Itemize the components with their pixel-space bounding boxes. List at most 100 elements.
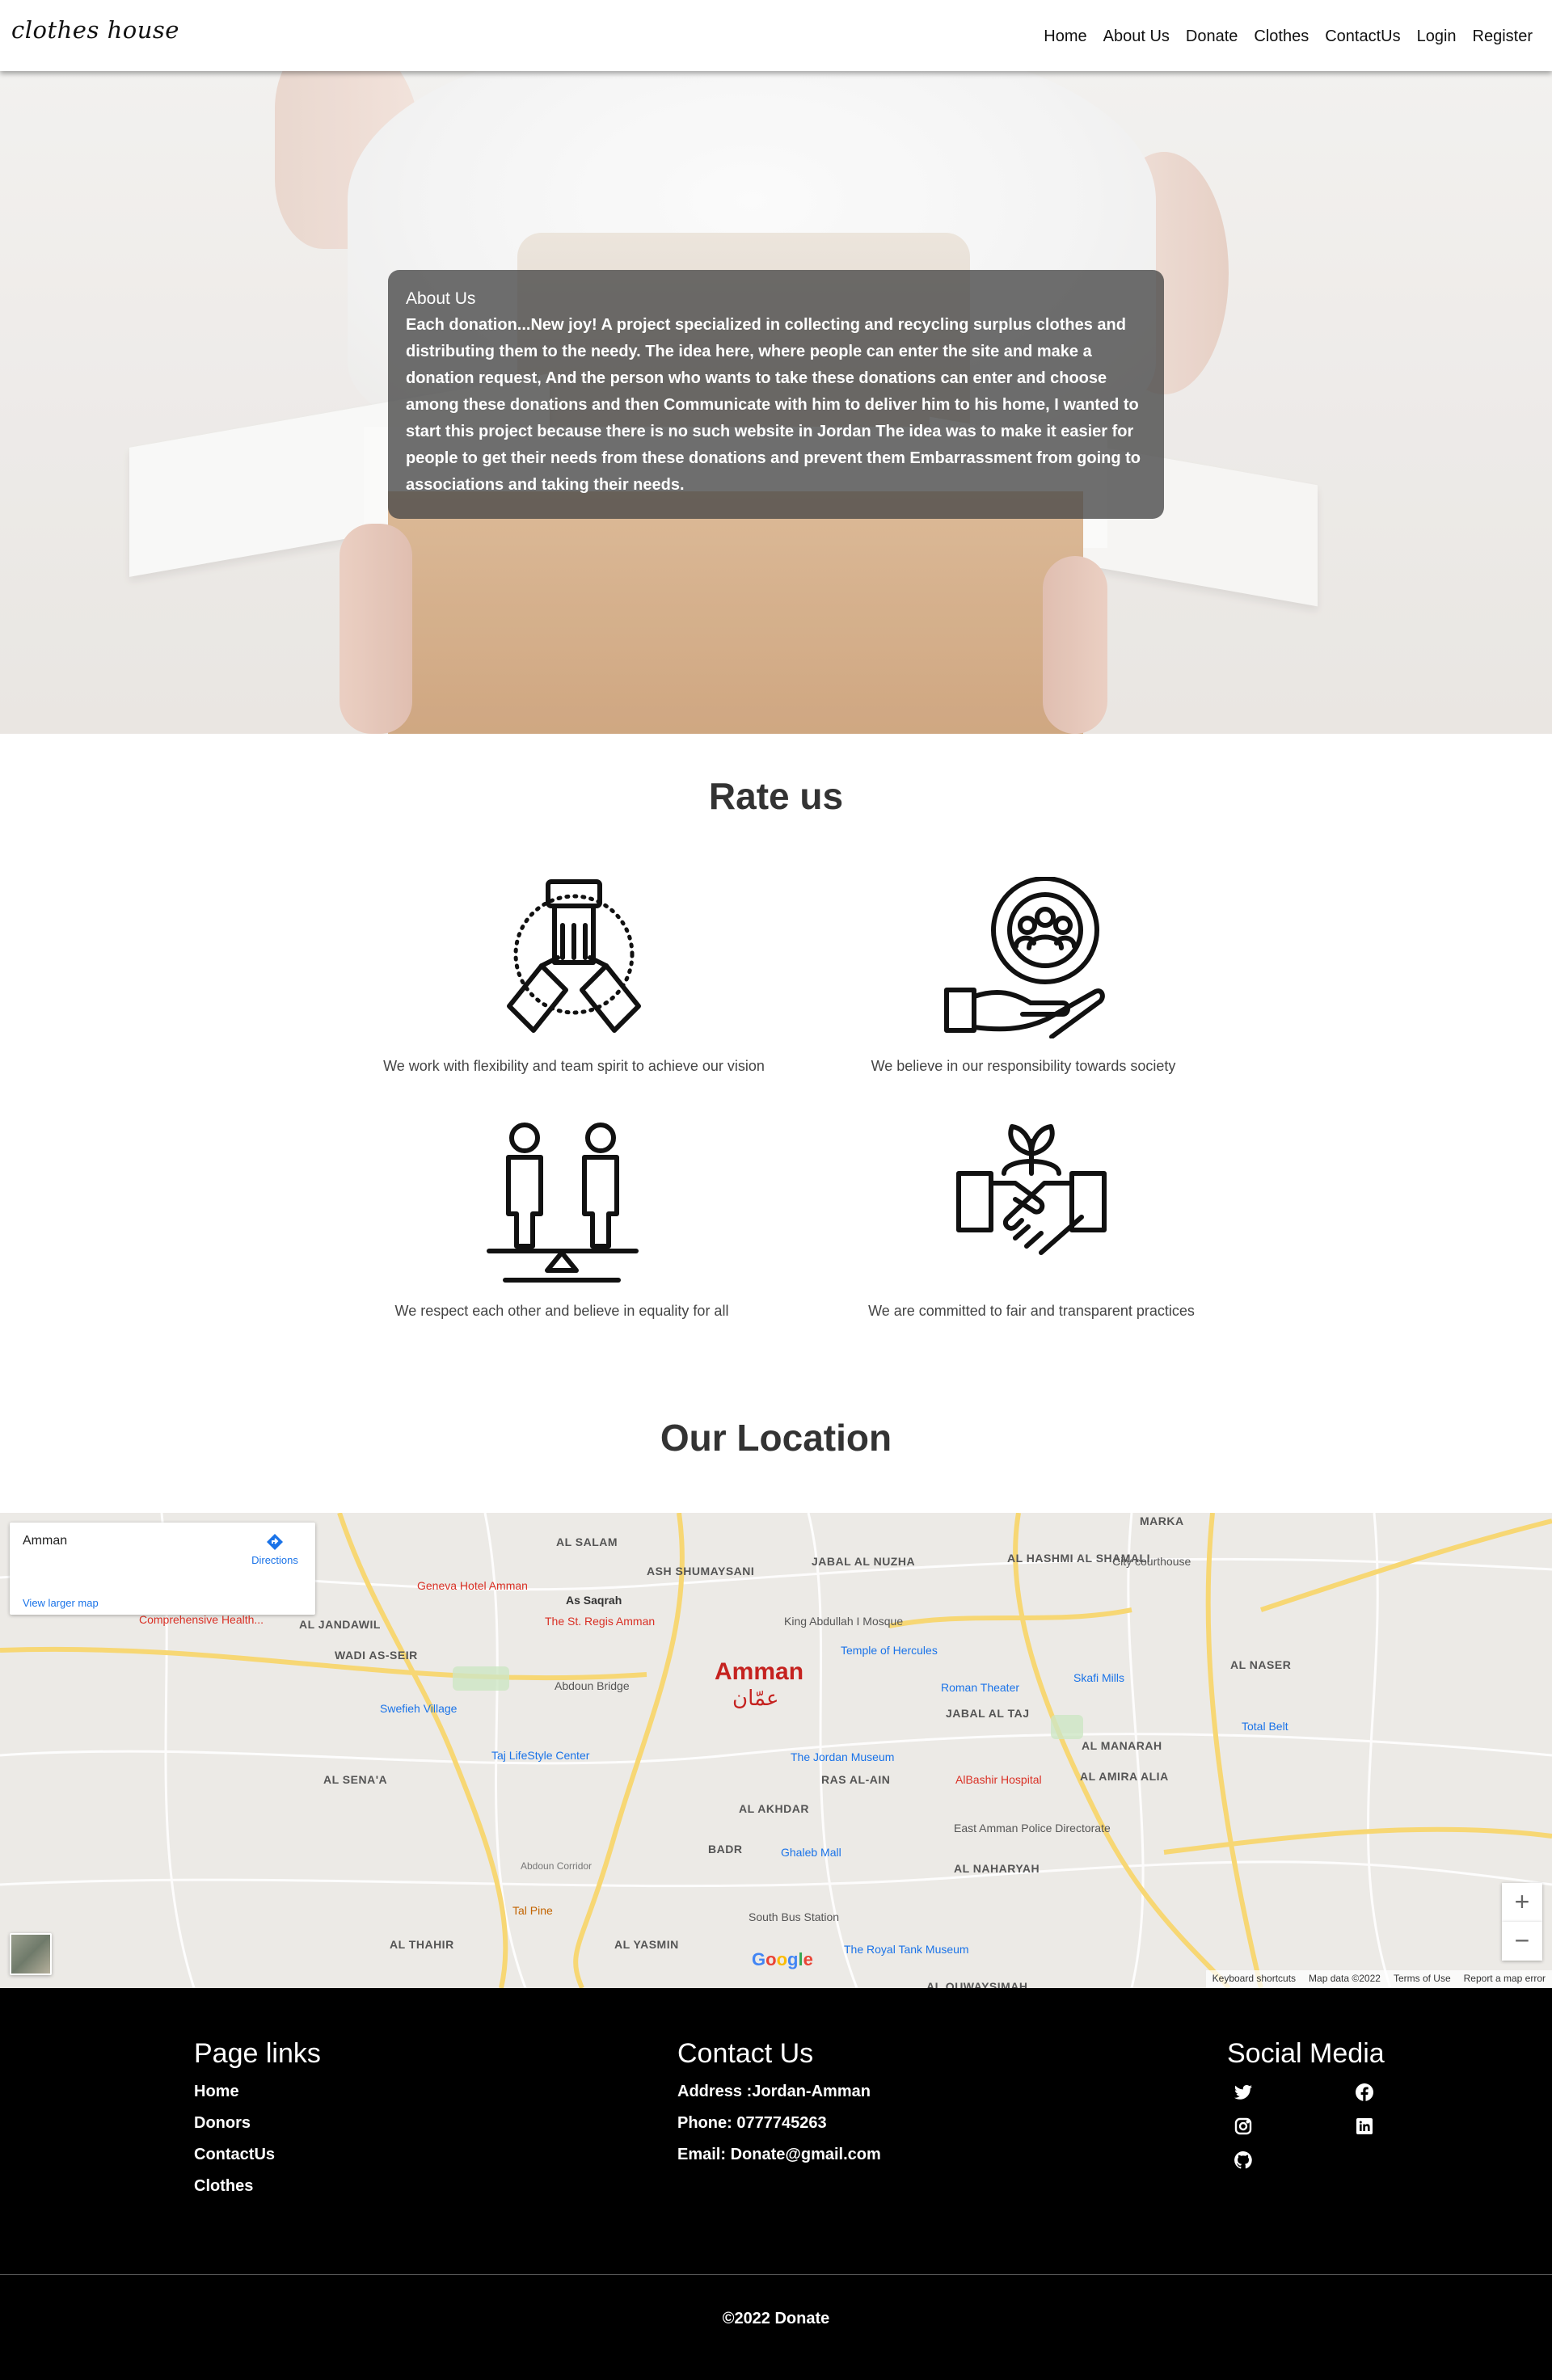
map-area-label: AL THAHIR [390,1938,454,1951]
map-city-label: Amman [715,1658,804,1685]
map-area-label: JABAL AL NUZHA [812,1555,916,1568]
nav-clothes-link[interactable]: Clothes [1254,27,1309,46]
feature-text: We respect each other and believe in equ… [394,1303,729,1319]
directions-button[interactable]: Directions [251,1532,299,1566]
zoom-out-button[interactable]: − [1502,1922,1542,1961]
feature-text: We are committed to fair and transparent… [868,1303,1195,1319]
map-poi[interactable]: Skafi Mills [1073,1671,1124,1684]
directions-icon [267,1534,283,1550]
map-poi[interactable]: Swefieh Village [380,1702,457,1715]
map-place-card: Amman Directions View larger map [10,1523,315,1615]
map-area-label: AL YASMIN [614,1938,679,1951]
satellite-toggle[interactable] [10,1933,52,1975]
social-icons [1234,2083,1387,2170]
github-icon[interactable] [1234,2150,1253,2170]
map-poi[interactable]: Ghaleb Mall [781,1846,841,1859]
nav-donate-link[interactable]: Donate [1186,27,1238,46]
about-us-text: Each donation...New joy! A project speci… [406,316,1141,494]
map-area-label: ASH SHUMAYSANI [647,1565,755,1578]
feature-card: We believe in our responsibility towards… [781,877,1266,1075]
handshake-icon [956,1124,1107,1255]
map-footer: Keyboard shortcuts Map data ©2022 Terms … [1205,1970,1552,1988]
map-data-label: Map data ©2022 [1309,1973,1381,1984]
map-poi[interactable]: East Amman Police Directorate [954,1822,1111,1834]
google-map[interactable]: AL SALAM ASH SHUMAYSANI JABAL AL NUZHA A… [0,1513,1552,1988]
map-poi[interactable]: AlBashir Hospital [955,1773,1042,1786]
nav-login-link[interactable]: Login [1417,27,1457,46]
map-city-label-arabic: عمّان [732,1686,779,1710]
map-area-label: AL AMIRA ALIA [1080,1770,1169,1783]
navbar: clothes house Home About Us Donate Cloth… [0,0,1552,71]
google-logo: Google [752,1949,813,1969]
feature-card: We are committed to fair and transparent… [789,1122,1274,1320]
footer-clothes-link[interactable]: Clothes [194,2177,321,2196]
social-media-title: Social Media [1227,2038,1385,2069]
map-poi[interactable]: Geneva Hotel Amman [417,1579,528,1592]
feature-card: We work with flexibility and team spirit… [331,877,816,1075]
footer-home-link[interactable]: Home [194,2083,321,2101]
facebook-icon[interactable] [1355,2083,1374,2102]
map-area-label: RAS AL-AIN [821,1773,891,1786]
map-area-label: WADI AS-SEIR [335,1649,418,1662]
map-area-label: AL SALAM [556,1535,618,1548]
instagram-icon[interactable] [1234,2117,1253,2136]
directions-label: Directions [251,1554,298,1566]
keyboard-shortcuts-link[interactable]: Keyboard shortcuts [1212,1973,1296,1986]
map-area-label: AL AKHDAR [739,1802,809,1815]
map-poi[interactable]: Comprehensive Health... [139,1613,264,1626]
nav-home-link[interactable]: Home [1044,27,1086,46]
nav-links: Home About Us Donate Clothes ContactUs L… [1044,27,1533,46]
map-poi[interactable]: Temple of Hercules [841,1644,938,1657]
equality-scale-icon [487,1123,639,1283]
map-poi[interactable]: Taj LifeStyle Center [491,1749,589,1762]
map-poi[interactable]: As Saqrah [566,1594,622,1607]
map-poi[interactable]: Tal Pine [512,1904,553,1917]
about-us-card: About Us Each donation...New joy! A proj… [388,270,1164,519]
twitter-icon[interactable] [1234,2083,1253,2102]
site-footer: Page links Home Donors ContactUs Clothes… [0,1988,1552,2380]
social-media-column: Social Media [1227,2038,1387,2170]
footer-contact-link[interactable]: ContactUs [194,2146,321,2164]
contact-title: Contact Us [677,2038,814,2069]
map-poi[interactable]: Total Belt [1242,1720,1288,1733]
map-poi[interactable]: Abdoun Bridge [555,1679,630,1692]
map-poi[interactable]: Abdoun Corridor [521,1860,592,1872]
location-title: Our Location [660,1417,892,1459]
map-poi[interactable]: The St. Regis Amman [545,1615,655,1628]
contact-email: Email: Donate@gmail.com [677,2146,881,2163]
contact-column: Contact Us Address :Jordan-Amman Phone: … [677,2038,881,2177]
about-us-title: About Us [406,289,476,308]
map-area-label: AL JANDAWIL [299,1618,381,1631]
map-poi[interactable]: The Royal Tank Museum [844,1943,969,1956]
map-area-label: AL QUWAYSIMAH [926,1980,1028,1988]
feature-card: We respect each other and believe in equ… [319,1122,804,1320]
nav-about-link[interactable]: About Us [1103,27,1170,46]
map-poi[interactable]: King Abdullah I Mosque [784,1615,903,1628]
footer-donors-link[interactable]: Donors [194,2114,321,2133]
view-larger-map-link[interactable]: View larger map [23,1597,99,1609]
zoom-in-button[interactable]: + [1502,1883,1542,1922]
map-poi[interactable]: The Jordan Museum [791,1750,894,1763]
contact-phone: Phone: 0777745263 [677,2114,827,2132]
nav-register-link[interactable]: Register [1473,27,1533,46]
page-links-column: Page links Home Donors ContactUs Clothes [194,2038,321,2209]
social-responsibility-icon [944,877,1105,1038]
linkedin-icon[interactable] [1355,2117,1374,2136]
footer-divider [0,2274,1552,2275]
map-area-label: AL SENA'A [323,1773,388,1786]
terms-of-use-link[interactable]: Terms of Use [1394,1973,1451,1986]
feature-text: We work with flexibility and team spirit… [383,1058,765,1074]
map-poi[interactable]: City courthouse [1112,1555,1191,1568]
feature-text: We believe in our responsibility towards… [871,1058,1176,1074]
nav-contact-link[interactable]: ContactUs [1325,27,1400,46]
teamwork-hands-icon [507,879,641,1033]
contact-address: Address :Jordan-Amman [677,2083,871,2100]
map-area-label: AL NAHARYAH [954,1862,1040,1875]
brand-logo[interactable]: clothes house [11,16,179,44]
map-place-name: Amman [23,1534,68,1548]
copyright: ©2022 Donate [722,2310,830,2327]
report-map-error-link[interactable]: Report a map error [1464,1973,1546,1986]
map-poi[interactable]: Roman Theater [941,1681,1019,1694]
map-poi[interactable]: South Bus Station [749,1910,839,1923]
map-area-label: AL NASER [1230,1658,1292,1671]
